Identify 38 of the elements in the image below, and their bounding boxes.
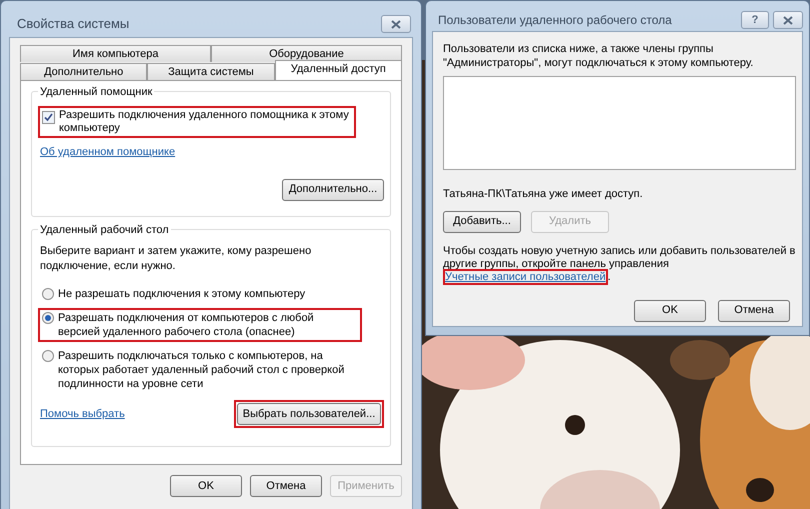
checkbox-label: Разрешить подключения удаленного помощника к этому компьютеру: [59, 109, 350, 135]
tab[interactable]: Защита системы: [147, 63, 275, 80]
description: Выберите вариант и затем укажите, кому разрешено подключение, если нужно.: [40, 244, 312, 274]
description: Пользователи из списка ниже, а также члены группы "Администраторы", могут подключаться к этому компьютеру.: [443, 42, 754, 70]
close-icon: [391, 20, 401, 28]
about-link[interactable]: Об удаленном помощнике: [40, 144, 176, 160]
window-title: Пользователи удаленного рабочего стола: [438, 12, 672, 29]
close-button[interactable]: [773, 11, 803, 29]
group-title: Удаленный помощник: [38, 84, 154, 100]
group-title: Удаленный рабочий стол: [38, 222, 171, 238]
radio-button[interactable]: [42, 288, 54, 300]
dialog-button[interactable]: OK: [170, 475, 242, 497]
dialog-button[interactable]: Отмена: [250, 475, 322, 497]
radio-button[interactable]: [42, 312, 54, 324]
access-note: Татьяна-ПК\Татьяна уже имеет доступ.: [443, 187, 644, 202]
radio-label: Разрешать подключения от компьютеров с любой версией удаленного рабочего стола (опаснее): [58, 311, 315, 339]
close-icon: [783, 16, 793, 24]
user-accounts-link[interactable]: Учетные записи пользователей: [443, 268, 608, 284]
window-title: Свойства системы: [17, 15, 130, 34]
radio-label: Разрешить подключаться только с компьютеров, на которых работает удаленный рабочий стол с проверкой подлинности на уровне сети: [58, 349, 346, 391]
close-button[interactable]: [381, 15, 411, 33]
radio-label: Не разрешать подключения к этому компьютеру: [58, 287, 306, 301]
radio-button[interactable]: [42, 350, 54, 362]
list-button[interactable]: Добавить...: [443, 210, 521, 232]
users-list[interactable]: [443, 76, 796, 170]
tab[interactable]: Имя компьютера: [20, 45, 211, 62]
footer-text: Чтобы создать новую учетную запись или добавить пользователей в другие группы, откройте панель управления Учетные записи пользователей .: [443, 244, 796, 284]
check-icon: [44, 113, 53, 122]
dialog-button[interactable]: OK: [634, 300, 706, 322]
checkbox[interactable]: [42, 111, 55, 124]
tab[interactable]: Оборудование: [211, 45, 402, 62]
tab[interactable]: Дополнительно: [20, 63, 148, 80]
help-button[interactable]: ?: [741, 11, 769, 29]
help-link[interactable]: Помочь выбрать: [40, 406, 125, 422]
dialog-button[interactable]: Отмена: [718, 300, 790, 322]
select-users-button[interactable]: Выбрать пользователей...: [237, 403, 381, 425]
tab[interactable]: Удаленный доступ: [274, 60, 402, 80]
advanced-button[interactable]: Дополнительно...: [282, 178, 384, 200]
